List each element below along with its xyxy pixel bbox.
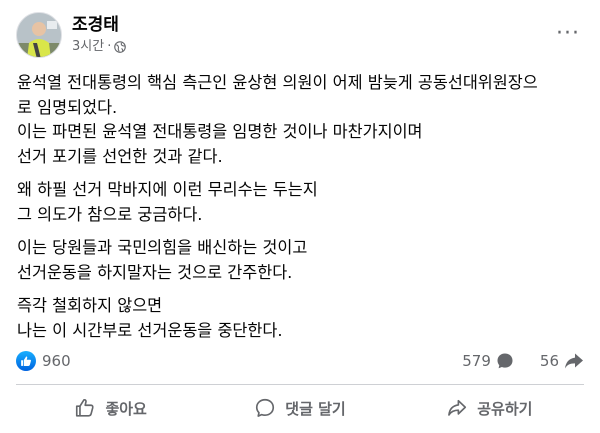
globe-icon[interactable]	[114, 41, 127, 53]
post-meta: 조경태 3시간 ·	[72, 14, 127, 56]
stats-divider	[16, 384, 584, 385]
comment-bubble-icon	[497, 353, 513, 369]
like-reaction-icon	[16, 351, 36, 371]
avatar-image	[17, 13, 61, 57]
post-text-line: 로 임명되었다.	[17, 97, 118, 117]
author-name[interactable]: 조경태	[72, 14, 126, 36]
post-text-line: 선거 포기를 선언한 것과 같다.	[17, 146, 223, 166]
comment-button-label: 댓글 달기	[285, 399, 346, 418]
post-paragraph: 이는 당원들과 국민의힘을 배신하는 것이고 선거운동을 하지말자는 것으로 간…	[17, 236, 589, 285]
share-arrow-icon	[565, 353, 583, 369]
comment-outline-icon	[256, 398, 275, 417]
reactions-summary[interactable]: 960	[16, 351, 71, 371]
like-button-label: 좋아요	[105, 399, 147, 418]
post-paragraph: 왜 하필 선거 막바지에 이런 무리수는 두는지 그 의도가 참으로 궁금하다.	[17, 178, 589, 227]
share-count: 56	[539, 352, 559, 370]
post-paragraph: 즉각 철회하지 않으면 나는 이 시간부로 선거운동을 중단한다.	[17, 294, 589, 343]
like-button[interactable]: 좋아요	[16, 388, 205, 428]
share-outline-icon	[448, 399, 467, 416]
post-paragraph: 윤석열 전대통령의 핵심 측근인 윤상현 의원이 어제 밤늦게 공동선대위원장으…	[17, 71, 589, 169]
post-header: 조경태 3시간 ·	[16, 10, 127, 60]
post-text-line: 이는 당원들과 국민의힘을 배신하는 것이고	[17, 238, 308, 257]
comment-count: 579	[462, 352, 491, 370]
more-options-button[interactable]: ···	[550, 20, 586, 48]
share-button[interactable]: 공유하기	[395, 388, 584, 428]
like-count: 960	[42, 352, 71, 370]
thumbs-up-outline-icon	[76, 398, 95, 417]
post-actions: 좋아요 댓글 달기 공유하기	[16, 388, 584, 428]
comment-count-link[interactable]: 579	[462, 352, 514, 370]
post-timestamp[interactable]: 3시간	[72, 38, 104, 56]
post-text-line: 선거운동을 하지말자는 것으로 간주한다.	[17, 262, 293, 282]
post-text-line: 즉각 철회하지 않으면	[17, 296, 163, 315]
more-icon: ···	[556, 21, 580, 46]
share-count-link[interactable]: 56	[540, 352, 584, 370]
post-body: 윤석열 전대통령의 핵심 측근인 윤상현 의원이 어제 밤늦게 공동선대위원장으…	[17, 71, 589, 352]
post-text-line: 그 의도가 참으로 궁금하다.	[17, 204, 203, 224]
comment-button[interactable]: 댓글 달기	[205, 388, 394, 428]
post-text-line: 윤석열 전대통령의 핵심 측근인 윤상현 의원이 어제 밤늦게 공동선대위원장으	[17, 73, 538, 92]
avatar[interactable]	[16, 12, 62, 58]
post-stats: 960 579 56	[16, 348, 584, 374]
post-text-line: 나는 이 시간부로 선거운동을 중단한다.	[17, 320, 283, 340]
separator-dot: ·	[107, 39, 112, 54]
share-button-label: 공유하기	[477, 399, 533, 418]
post-text-line: 왜 하필 선거 막바지에 이런 무리수는 두는지	[17, 180, 318, 199]
post-text-line: 이는 파면된 윤석열 전대통령을 임명한 것이나 마찬가지이며	[17, 122, 423, 141]
facebook-post: 조경태 3시간 · ··· 윤석열 전대통령의 핵심 측근인 윤상현 의원이 어…	[0, 0, 600, 433]
post-subline: 3시간 ·	[72, 38, 127, 56]
engagement-counts: 579 56	[462, 352, 584, 370]
thumbs-up-icon	[21, 356, 31, 366]
